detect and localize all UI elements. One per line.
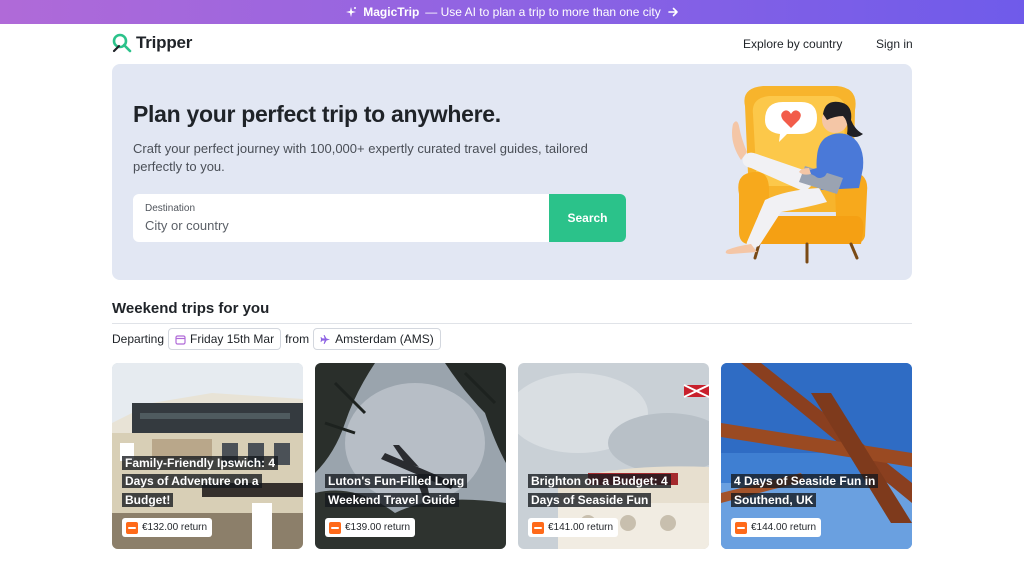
logo-text: Tripper [136,33,193,52]
calendar-icon [175,334,186,345]
logo[interactable]: Tripper [111,32,192,54]
price-text: €139.00 return [345,522,411,533]
flight-price-icon [329,521,341,534]
arrow-right-icon [667,7,678,17]
trip-card-title: Family-Friendly Ipswich: 4 Days of Adven… [122,454,293,510]
banner-text: — Use AI to plan a trip to more than one… [425,5,661,19]
origin-airport-chip[interactable]: Amsterdam (AMS) [313,328,441,350]
top-nav: Tripper Explore by country Sign in [0,24,1024,64]
plane-icon [320,334,331,344]
sparkle-icon [346,7,357,17]
hero-section: Plan your perfect trip to anywhere. Craf… [112,64,912,280]
origin-airport: Amsterdam (AMS) [335,332,434,346]
trip-card-title: Luton's Fun-Filled Long Weekend Travel G… [325,472,496,509]
departure-filter-row: Departing Friday 15th Mar from Amsterdam… [112,328,441,350]
price-text: €141.00 return [548,522,614,533]
flight-price-icon [532,521,544,534]
magictrip-banner[interactable]: MagicTrip — Use AI to plan a trip to mor… [0,0,1024,24]
destination-input[interactable] [145,216,535,234]
flight-price-icon [735,521,747,534]
trip-card-ipswich[interactable]: Family-Friendly Ipswich: 4 Days of Adven… [112,363,303,549]
explore-by-country-link[interactable]: Explore by country [743,37,842,51]
price-text: €132.00 return [142,522,208,533]
price-badge: €141.00 return [528,518,619,537]
departure-date: Friday 15th Mar [190,332,275,346]
hero-subtitle: Craft your perfect journey with 100,000+… [133,141,588,174]
traveler-illustration [725,86,868,264]
trip-card-southend[interactable]: 4 Days of Seaside Fun in Southend, UK €1… [721,363,912,549]
destination-label: Destination [145,203,196,214]
price-badge: €144.00 return [731,518,822,537]
departing-label: Departing [112,332,165,346]
price-badge: €132.00 return [122,518,213,537]
trip-card-title: 4 Days of Seaside Fun in Southend, UK [731,472,902,509]
search-button[interactable]: Search [549,194,626,242]
trip-card-title: Brighton on a Budget: 4 Days of Seaside … [528,472,699,509]
from-label: from [285,332,310,346]
destination-search-box: Destination Search [133,194,626,242]
departure-date-chip[interactable]: Friday 15th Mar [168,328,282,350]
banner-brand: MagicTrip [363,5,420,19]
price-badge: €139.00 return [325,518,416,537]
sign-in-link[interactable]: Sign in [876,37,913,51]
price-text: €144.00 return [751,522,817,533]
tripper-logo-icon [112,33,132,53]
trip-card-luton[interactable]: Luton's Fun-Filled Long Weekend Travel G… [315,363,506,549]
flight-price-icon [126,521,138,534]
section-divider [112,323,912,324]
trip-card-brighton[interactable]: Brighton on a Budget: 4 Days of Seaside … [518,363,709,549]
weekend-trips-title: Weekend trips for you [112,300,270,317]
hero-title: Plan your perfect trip to anywhere. [133,101,501,127]
